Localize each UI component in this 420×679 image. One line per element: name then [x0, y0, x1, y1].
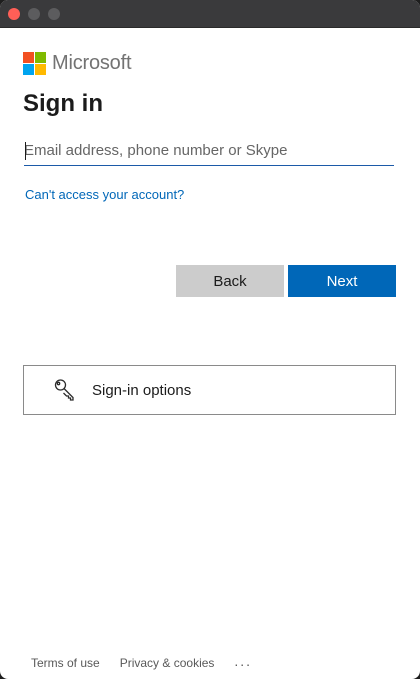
- sign-in-window: Microsoft Sign in Can't access your acco…: [0, 0, 420, 679]
- brand-name: Microsoft: [52, 51, 132, 74]
- logo-square-yellow: [35, 63, 46, 75]
- privacy-cookies-link[interactable]: Privacy & cookies: [120, 656, 215, 670]
- next-button[interactable]: Next: [288, 265, 396, 297]
- email-input[interactable]: [24, 136, 394, 166]
- logo-square-blue: [23, 63, 34, 75]
- more-options-icon[interactable]: ...: [234, 653, 252, 669]
- sign-in-options-button[interactable]: Sign-in options: [23, 365, 396, 415]
- maximize-window-button[interactable]: [48, 8, 60, 20]
- terms-of-use-link[interactable]: Terms of use: [31, 656, 100, 670]
- page-title: Sign in: [23, 90, 103, 117]
- cant-access-account-link[interactable]: Can't access your account?: [25, 187, 184, 202]
- microsoft-logo: Microsoft: [23, 51, 132, 75]
- key-icon: [54, 379, 74, 401]
- minimize-window-button[interactable]: [28, 8, 40, 20]
- title-bar: [0, 0, 420, 28]
- back-button[interactable]: Back: [176, 265, 284, 297]
- logo-square-red: [23, 51, 34, 63]
- close-window-button[interactable]: [8, 8, 20, 20]
- footer: Terms of use Privacy & cookies ...: [31, 653, 252, 671]
- logo-square-green: [35, 51, 46, 63]
- microsoft-logo-icon: [23, 51, 46, 75]
- sign-in-options-label: Sign-in options: [92, 382, 192, 399]
- text-caret: [25, 142, 26, 160]
